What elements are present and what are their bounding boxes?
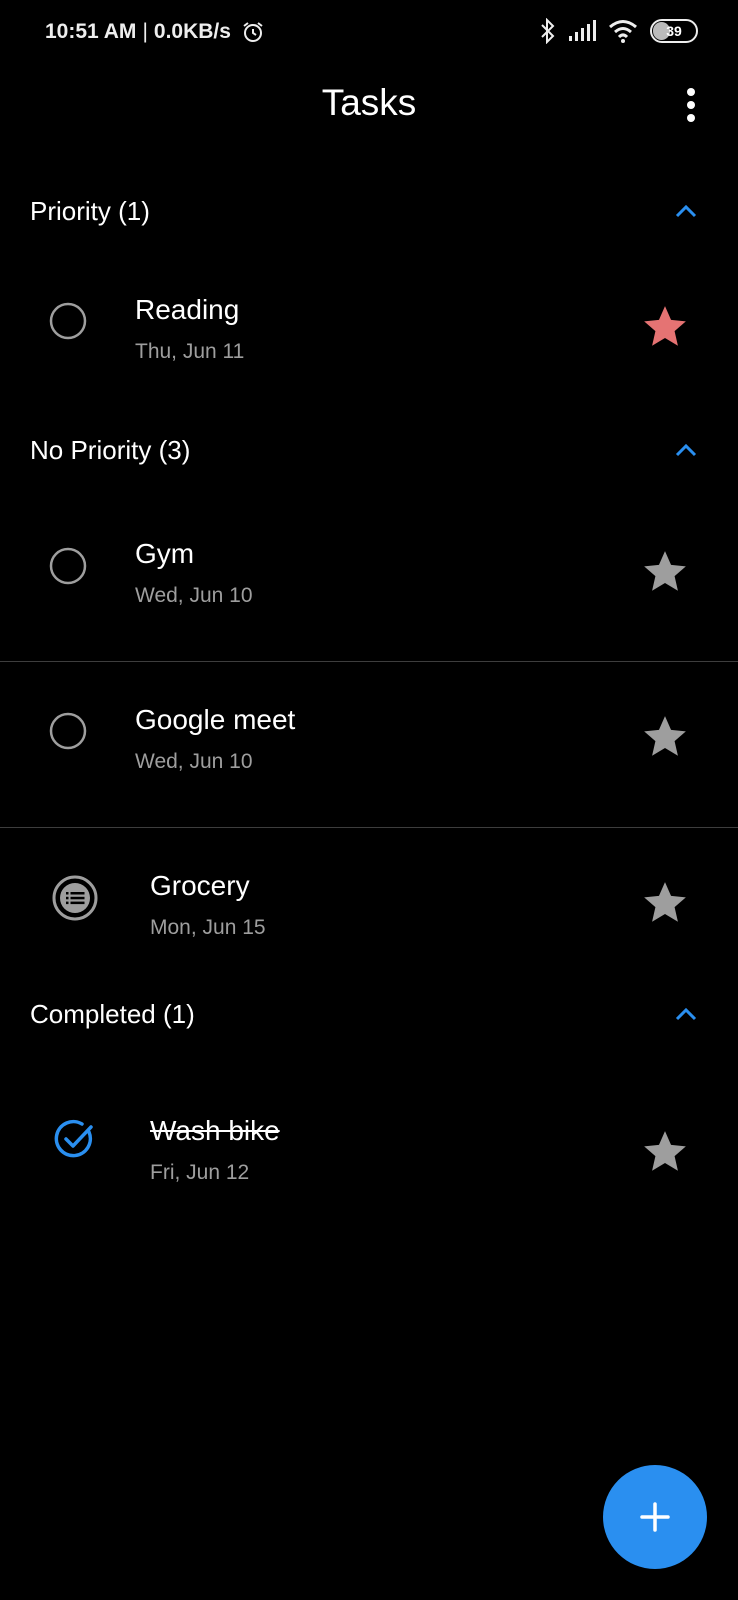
task-date: Mon, Jun 15: [150, 916, 266, 939]
more-vert-icon: [687, 88, 695, 96]
star-filled-icon[interactable]: [640, 302, 690, 352]
task-date: Wed, Jun 10: [135, 750, 253, 773]
section-title: Completed (1): [30, 999, 195, 1029]
unchecked-circle-icon[interactable]: [49, 302, 87, 340]
chevron-up-icon[interactable]: [672, 1001, 700, 1029]
section-header-priority[interactable]: Priority (1): [0, 182, 738, 242]
chevron-up-icon[interactable]: [672, 198, 700, 226]
task-title: Wash bike: [150, 1115, 280, 1146]
signal-icon: [569, 20, 596, 41]
battery-level: 39: [666, 23, 682, 39]
star-outline-icon[interactable]: [640, 547, 690, 597]
plus-icon: [640, 1502, 670, 1532]
checked-circle-icon[interactable]: [54, 1118, 96, 1160]
checklist-icon[interactable]: [51, 874, 99, 922]
star-outline-icon[interactable]: [640, 1127, 690, 1177]
task-row-wash-bike[interactable]: Wash bike Fri, Jun 12: [0, 1073, 738, 1223]
page-title: Tasks: [321, 82, 417, 123]
task-date: Wed, Jun 10: [135, 584, 253, 607]
section-title: Priority (1): [30, 196, 150, 226]
status-right: 39: [540, 18, 698, 44]
alarm-icon: [243, 22, 263, 42]
section-header-no-priority[interactable]: No Priority (3): [0, 421, 738, 481]
task-date: Fri, Jun 12: [150, 1161, 250, 1184]
task-title: Grocery: [150, 870, 250, 901]
task-title: Reading: [135, 294, 240, 325]
status-network-speed: 0.0KB/s: [153, 20, 231, 43]
task-row-grocery[interactable]: Grocery Mon, Jun 15: [0, 828, 738, 978]
task-date: Thu, Jun 11: [135, 340, 245, 363]
bluetooth-icon: [541, 18, 555, 44]
star-outline-icon[interactable]: [640, 878, 690, 928]
status-bar: 10:51 AM | 0.0KB/s 39: [0, 0, 738, 70]
task-title: Gym: [135, 538, 195, 569]
task-row-google-meet[interactable]: Google meet Wed, Jun 10: [0, 662, 738, 812]
section-title: No Priority (3): [30, 435, 191, 465]
status-time: 10:51 AM: [45, 20, 137, 43]
unchecked-circle-icon[interactable]: [49, 712, 87, 750]
status-left: 10:51 AM | 0.0KB/s: [45, 20, 265, 44]
unchecked-circle-icon[interactable]: [49, 547, 87, 585]
task-title: Google meet: [135, 704, 296, 735]
section-header-completed[interactable]: Completed (1): [0, 985, 738, 1045]
chevron-up-icon[interactable]: [672, 437, 700, 465]
status-separator: |: [142, 20, 148, 43]
battery-icon: 39: [650, 19, 698, 43]
task-row-gym[interactable]: Gym Wed, Jun 10: [0, 496, 738, 646]
add-task-button[interactable]: [603, 1465, 707, 1569]
wifi-icon: [609, 20, 637, 43]
more-options-button[interactable]: [684, 88, 698, 126]
task-row-reading[interactable]: Reading Thu, Jun 11: [0, 252, 738, 402]
star-outline-icon[interactable]: [640, 712, 690, 762]
